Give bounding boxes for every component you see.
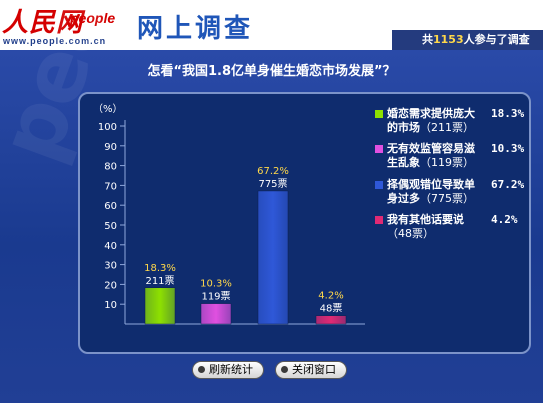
y-tick-label: 70	[104, 181, 117, 192]
legend-label: 择偶观错位导致单身过多（775票）	[387, 178, 482, 206]
legend-vote-count: （775票）	[420, 192, 474, 205]
y-tick-label: 60	[104, 201, 117, 212]
legend-label: 婚恋需求提供庞大的市场（211票）	[387, 107, 482, 135]
y-tick-label: 30	[104, 261, 117, 272]
bar-percent-label: 18.3%	[144, 263, 176, 274]
legend-percent: 18.3%	[491, 107, 525, 120]
legend-percent: 10.3%	[491, 142, 525, 155]
y-tick-label: 50	[104, 221, 117, 232]
bar-count-label: 48票	[320, 303, 343, 315]
y-tick-label: 100	[98, 122, 117, 133]
refresh-button[interactable]: 刷新统计	[192, 361, 264, 379]
legend-series-name: 我有其他话要说	[387, 213, 464, 226]
legend-percent: 4.2%	[491, 213, 518, 226]
bar-4	[315, 315, 347, 325]
y-axis-label: （%）	[93, 103, 123, 115]
bar-count-label: 775票	[258, 178, 287, 190]
legend-label: 无有效监管容易滋生乱象（119票）	[387, 142, 482, 170]
bar-percent-label: 67.2%	[257, 166, 289, 177]
legend-vote-count: （211票）	[420, 121, 474, 134]
legend-label: 我有其他话要说（48票）	[387, 213, 482, 241]
bar-count-label: 211票	[145, 275, 174, 287]
button-dot-icon	[281, 366, 288, 373]
legend-swatch	[375, 110, 383, 118]
refresh-button-label: 刷新统计	[209, 363, 253, 376]
bar-count-label: 119票	[201, 291, 230, 303]
legend-swatch	[375, 181, 383, 189]
y-tick-label: 90	[104, 142, 117, 153]
legend-percent: 67.2%	[491, 178, 525, 191]
bar-percent-label: 4.2%	[318, 291, 343, 302]
close-button-label: 关闭窗口	[292, 363, 336, 376]
button-dot-icon	[198, 366, 205, 373]
y-tick-label: 40	[104, 241, 117, 252]
close-button[interactable]: 关闭窗口	[275, 361, 347, 379]
bar-2	[200, 303, 232, 325]
legend-vote-count: （119票）	[420, 156, 474, 169]
legend-swatch	[375, 145, 383, 153]
bar-percent-label: 10.3%	[200, 279, 232, 290]
y-tick-label: 20	[104, 280, 117, 291]
legend-swatch	[375, 216, 383, 224]
legend-vote-count: （48票）	[387, 227, 434, 240]
y-tick-label: 80	[104, 162, 117, 173]
bar-3	[257, 190, 289, 325]
y-tick-label: 10	[104, 300, 117, 311]
bar-1	[144, 287, 176, 325]
